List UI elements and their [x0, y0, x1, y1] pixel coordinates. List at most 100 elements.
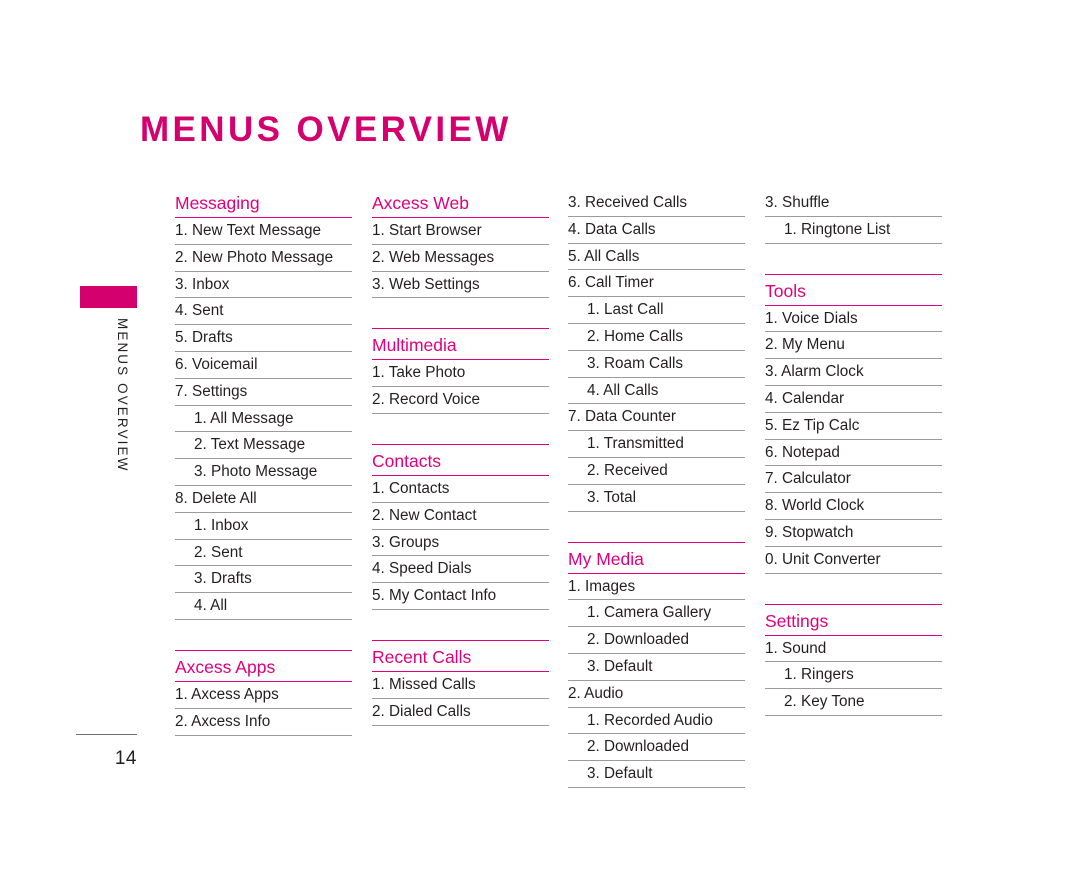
- menu-item: 4. Sent: [175, 298, 352, 326]
- menu-section: Contacts 1. Contacts 2. New Contact 3. Grou…: [372, 443, 549, 610]
- section-heading: My Media: [568, 548, 644, 569]
- menu-section: Axcess Apps 1. Axcess Apps 2. Axcess Info: [175, 649, 352, 736]
- running-head-vertical: MENUS OVERVIEW: [115, 318, 130, 473]
- menu-item-list: 1. Axcess Apps 2. Axcess Info: [175, 682, 352, 736]
- menu-item: 5. All Calls: [568, 244, 745, 271]
- menu-item: 3. Default: [568, 654, 745, 681]
- menu-item: 6. Notepad: [765, 440, 942, 467]
- menu-item: 2. New Photo Message: [175, 245, 352, 272]
- menu-item: 4. Data Calls: [568, 217, 745, 244]
- menu-section: Recent Calls 1. Missed Calls 2. Dialed Cal…: [372, 639, 549, 726]
- menu-item-list: 1. Missed Calls 2. Dialed Calls: [372, 672, 549, 726]
- menu-item: 0. Unit Converter: [765, 547, 942, 574]
- menu-item: 7. Settings: [175, 379, 352, 406]
- menu-item-list: 1. Contacts 2. New Contact 3. Groups 4. Spe…: [372, 476, 549, 610]
- menu-item: 1. Camera Gallery: [568, 600, 745, 628]
- menu-item: 2. Axcess Info: [175, 709, 352, 736]
- menu-item: 1. Recorded Audio: [568, 708, 745, 735]
- menu-item: 2. Downloaded: [568, 627, 745, 654]
- section-rule-top: [372, 443, 549, 445]
- menu-item: 4. Calendar: [765, 386, 942, 413]
- menu-item: 2. Audio: [568, 681, 745, 708]
- menu-item: 1. Axcess Apps: [175, 682, 352, 709]
- menu-item: 2. Record Voice: [372, 387, 549, 414]
- menu-column-1: Messaging 1. New Text Message 2. New Photo…: [175, 190, 352, 736]
- menu-item: 3. Web Settings: [372, 272, 549, 299]
- menu-item: 1. Ringers: [765, 662, 942, 690]
- menu-section: My Media 1. Images 1. Camera Gallery 2. Dow…: [568, 541, 745, 788]
- menu-item: 1. Inbox: [175, 513, 352, 540]
- folio-rule: [76, 734, 137, 735]
- menu-item-list: 3. Received Calls 4. Data Calls 5. All Cal…: [568, 190, 745, 512]
- menu-item: 3. Total: [568, 485, 745, 512]
- menu-column-2: Axcess Web 1. Start Browser 2. Web Message…: [372, 190, 549, 726]
- menu-item: 1. New Text Message: [175, 218, 352, 245]
- page-title: MENUS OVERVIEW: [140, 110, 512, 149]
- menu-item: 3. Received Calls: [568, 190, 745, 217]
- menu-item: 1. Contacts: [372, 476, 549, 503]
- menu-item: 3. Shuffle: [765, 190, 942, 217]
- menu-item: 1. All Message: [175, 406, 352, 433]
- section-rule-top: [372, 328, 549, 330]
- menu-section: Multimedia 1. Take Photo 2. Record Voice: [372, 328, 549, 414]
- menu-item: 2. New Contact: [372, 503, 549, 530]
- menu-item: 3. Inbox: [175, 272, 352, 299]
- menu-item: 5. Drafts: [175, 325, 352, 352]
- menu-item: 2. Downloaded: [568, 734, 745, 762]
- menu-item: 3. Groups: [372, 530, 549, 557]
- menu-item: 3. Photo Message: [175, 459, 352, 486]
- menu-section: 3. Shuffle 1. Ringtone List: [765, 190, 942, 244]
- section-heading: Axcess Web: [372, 193, 469, 213]
- section-heading: Recent Calls: [372, 646, 472, 667]
- menu-item: 1. Last Call: [568, 297, 745, 324]
- menu-item: 1. Take Photo: [372, 360, 549, 388]
- menu-item-list: 1. Voice Dials 2. My Menu 3. Alarm Clock 4.…: [765, 306, 942, 574]
- menu-section: Messaging 1. New Text Message 2. New Photo…: [175, 190, 352, 620]
- menu-item: 2. Text Message: [175, 432, 352, 460]
- page-number: 14: [114, 748, 137, 769]
- menu-item: 3. Alarm Clock: [765, 359, 942, 386]
- menu-item: 1. Ringtone List: [765, 217, 942, 244]
- menu-item: 4. All: [175, 593, 352, 620]
- section-heading: Tools: [765, 280, 806, 301]
- menu-item: 6. Voicemail: [175, 352, 352, 379]
- section-color-tab: [80, 286, 137, 308]
- menu-item: 5. Ez Tip Calc: [765, 413, 942, 440]
- menu-item-list: 1. Images 1. Camera Gallery 2. Downloaded 3…: [568, 574, 745, 788]
- menu-item: 4. All Calls: [568, 378, 745, 405]
- menu-item: 1. Start Browser: [372, 218, 549, 245]
- menu-item: 2. Received: [568, 458, 745, 485]
- menu-item: 2. Key Tone: [765, 689, 942, 716]
- menu-item-list: 1. Sound 1. Ringers 2. Key Tone: [765, 636, 942, 716]
- menu-item: 6. Call Timer: [568, 270, 745, 298]
- menu-item: 2. Dialed Calls: [372, 699, 549, 726]
- menu-column-3: 3. Received Calls 4. Data Calls 5. All Cal…: [568, 190, 745, 788]
- section-heading: Contacts: [372, 450, 442, 471]
- section-rule-top: [372, 639, 549, 641]
- section-heading: Settings: [765, 610, 829, 631]
- menu-item: 8. World Clock: [765, 493, 942, 520]
- menu-item: 8. Delete All: [175, 486, 352, 513]
- menu-item: 2. Home Calls: [568, 324, 745, 351]
- menu-item: 3. Default: [568, 761, 745, 788]
- menu-item: 7. Data Counter: [568, 404, 745, 432]
- menu-item: 3. Drafts: [175, 566, 352, 594]
- menu-item: 1. Sound: [765, 636, 942, 663]
- menu-item: 1. Voice Dials: [765, 306, 942, 333]
- menu-item-list: 1. Take Photo 2. Record Voice: [372, 360, 549, 414]
- menu-item: 3. Roam Calls: [568, 351, 745, 378]
- menu-item-list: 1. New Text Message 2. New Photo Message 3…: [175, 218, 352, 620]
- menu-section: Settings 1. Sound 1. Ringers 2. Key Tone: [765, 603, 942, 716]
- menu-section: Axcess Web 1. Start Browser 2. Web Message…: [372, 190, 549, 299]
- menu-item: 5. My Contact Info: [372, 583, 549, 610]
- menu-section: Tools 1. Voice Dials 2. My Menu 3. Alarm Cl…: [765, 273, 942, 574]
- menu-item: 9. Stopwatch: [765, 520, 942, 547]
- menu-section: 3. Received Calls 4. Data Calls 5. All Cal…: [568, 190, 745, 512]
- section-rule-top: [568, 541, 745, 543]
- section-rule-top: [175, 649, 352, 651]
- menu-item-list: 1. Start Browser 2. Web Messages 3. Web Se…: [372, 218, 549, 299]
- section-heading: Messaging: [175, 193, 260, 213]
- menu-item: 1. Missed Calls: [372, 672, 549, 699]
- menu-item: 1. Transmitted: [568, 431, 745, 458]
- section-rule-top: [765, 603, 942, 605]
